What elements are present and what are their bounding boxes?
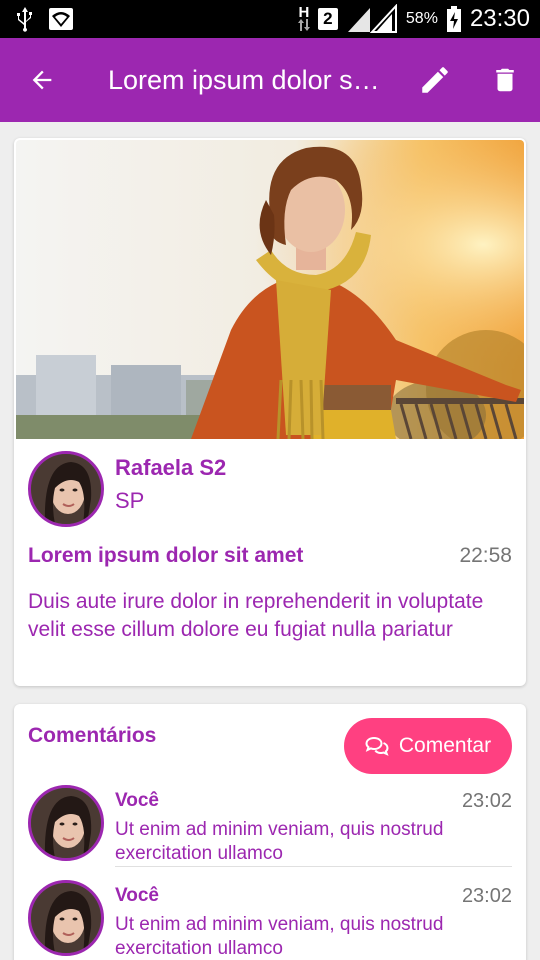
back-button[interactable]: [0, 38, 84, 122]
comment-text: Ut enim ad minim veniam, quis nostrud ex…: [115, 819, 444, 864]
post-title: Lorem ipsum dolor sit amet: [28, 544, 304, 567]
commenter-avatar: [28, 880, 104, 956]
comment-time: 23:02: [461, 790, 512, 812]
post-body: Duis aute irure dolor in reprehenderit i…: [28, 590, 484, 641]
trash-icon: [496, 68, 514, 92]
author-avatar: [28, 451, 104, 527]
sim-slot-badge: 2: [317, 8, 338, 30]
chat-bubbles-icon: [365, 736, 389, 756]
signal-icon: [346, 4, 398, 34]
post-card[interactable]: Rafaela S2 SP Lorem ipsum dolor sit amet…: [14, 138, 526, 686]
commenter-avatar: [28, 785, 104, 861]
post-time: 22:58: [459, 544, 512, 567]
comment-button-label: Comentar: [398, 734, 492, 757]
comment-text: Ut enim ad minim veniam, quis nostrud ex…: [115, 914, 444, 959]
author-location: SP: [115, 488, 145, 513]
clock: 23:30: [469, 5, 530, 32]
comment-author: Você: [115, 790, 160, 811]
app-bar: Lorem ipsum dolor sit amet: [0, 38, 540, 122]
comment-item[interactable]: Você 23:02 Ut enim ad minim veniam, quis…: [14, 880, 526, 960]
edit-button[interactable]: [400, 38, 470, 122]
delete-button[interactable]: [470, 38, 540, 122]
data-arrows-icon: H: [297, 4, 310, 31]
usb-icon: [14, 6, 36, 32]
battery-percent: 58%: [405, 10, 438, 27]
page-title: Lorem ipsum dolor sit amet: [108, 64, 400, 95]
wifi-notification-icon: [48, 7, 74, 31]
comment-button[interactable]: Comentar: [344, 718, 512, 774]
arrow-back-icon: [32, 70, 52, 90]
network-type-label: H: [298, 4, 310, 21]
comments-title: Comentários: [28, 724, 157, 747]
comments-card: Comentários Comentar Você 23:02 Ut enim …: [14, 704, 526, 960]
pencil-edit-icon: [422, 67, 448, 93]
battery-charging-icon: [446, 6, 462, 32]
comment-time: 23:02: [461, 885, 512, 907]
status-bar: H 2 58% 23:30: [0, 0, 540, 38]
comment-divider: [115, 866, 512, 867]
post-photo: [16, 140, 524, 439]
comment-author: Você: [115, 885, 160, 906]
author-name[interactable]: Rafaela S2: [115, 455, 226, 481]
